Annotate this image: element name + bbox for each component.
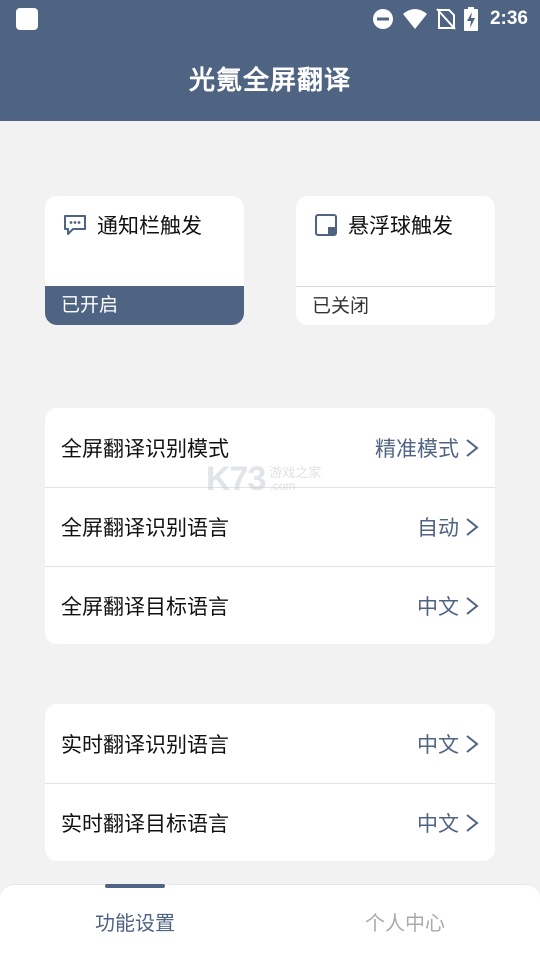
chevron-right-icon (466, 518, 479, 536)
chat-bubble-icon (64, 215, 86, 235)
row-value: 自动 (417, 512, 479, 542)
notification-trigger-card[interactable]: 通知栏触发 已开启 (45, 196, 244, 325)
settings-row-recognition-mode[interactable]: 全屏翻译识别模式 精准模式 (45, 408, 495, 487)
trigger-header: 通知栏触发 (63, 210, 202, 240)
row-label: 全屏翻译识别模式 (61, 436, 229, 461)
battery-charging-icon (463, 7, 478, 31)
chevron-right-icon (466, 734, 479, 753)
tab-personal-center[interactable]: 个人中心 (270, 885, 540, 960)
status-time: 2:36 (489, 8, 528, 29)
trigger-status-badge: 已开启 (45, 286, 244, 325)
app-bar: 2:36 光氪全屏翻译 (0, 0, 540, 121)
row-value: 精准模式 (375, 433, 479, 463)
row-value: 中文 (417, 729, 479, 759)
row-value: 中文 (417, 808, 479, 838)
row-value-text: 自动 (417, 516, 459, 540)
realtime-settings-card: 实时翻译识别语言 中文 实时翻译目标语言 中文 (45, 704, 495, 861)
notification-square-icon (16, 8, 38, 30)
row-label: 全屏翻译识别语言 (61, 516, 229, 540)
row-label: 实时翻译识别语言 (61, 732, 229, 757)
dnd-minus-icon (372, 9, 393, 29)
fullscreen-settings-card: 全屏翻译识别模式 精准模式 全屏翻译识别语言 自动 全屏翻译目标语言 中文 (45, 408, 495, 644)
settings-row-realtime-target-language[interactable]: 实时翻译目标语言 中文 (45, 783, 495, 861)
row-value-text: 中文 (417, 595, 459, 619)
tab-function-settings[interactable]: 功能设置 (0, 885, 270, 960)
float-window-icon (315, 214, 337, 236)
row-value: 中文 (417, 591, 479, 621)
settings-row-recognition-language[interactable]: 全屏翻译识别语言 自动 (45, 487, 495, 566)
no-sim-icon (436, 8, 456, 30)
chevron-right-icon (466, 597, 479, 615)
active-tab-indicator (105, 884, 165, 888)
row-label: 全屏翻译目标语言 (61, 595, 229, 619)
row-value-text: 中文 (417, 812, 459, 836)
chevron-right-icon (466, 438, 479, 457)
status-bar: 2:36 (0, 0, 540, 38)
row-label: 实时翻译目标语言 (61, 812, 229, 836)
float-ball-trigger-card[interactable]: 悬浮球触发 已关闭 (296, 196, 495, 325)
status-icons: 2:36 (372, 6, 528, 32)
bottom-tab-bar: 功能设置 个人中心 (0, 884, 540, 960)
row-value-text: 精准模式 (375, 436, 459, 461)
row-value-text: 中文 (417, 732, 459, 757)
trigger-label: 通知栏触发 (97, 214, 202, 238)
trigger-header: 悬浮球触发 (314, 210, 453, 240)
settings-row-realtime-recognition-language[interactable]: 实时翻译识别语言 中文 (45, 704, 495, 783)
trigger-label: 悬浮球触发 (348, 214, 453, 238)
chevron-right-icon (466, 814, 479, 832)
trigger-status-badge: 已关闭 (296, 286, 495, 325)
wifi-icon (402, 9, 427, 29)
page-title: 光氪全屏翻译 (188, 66, 351, 96)
settings-row-target-language[interactable]: 全屏翻译目标语言 中文 (45, 566, 495, 644)
